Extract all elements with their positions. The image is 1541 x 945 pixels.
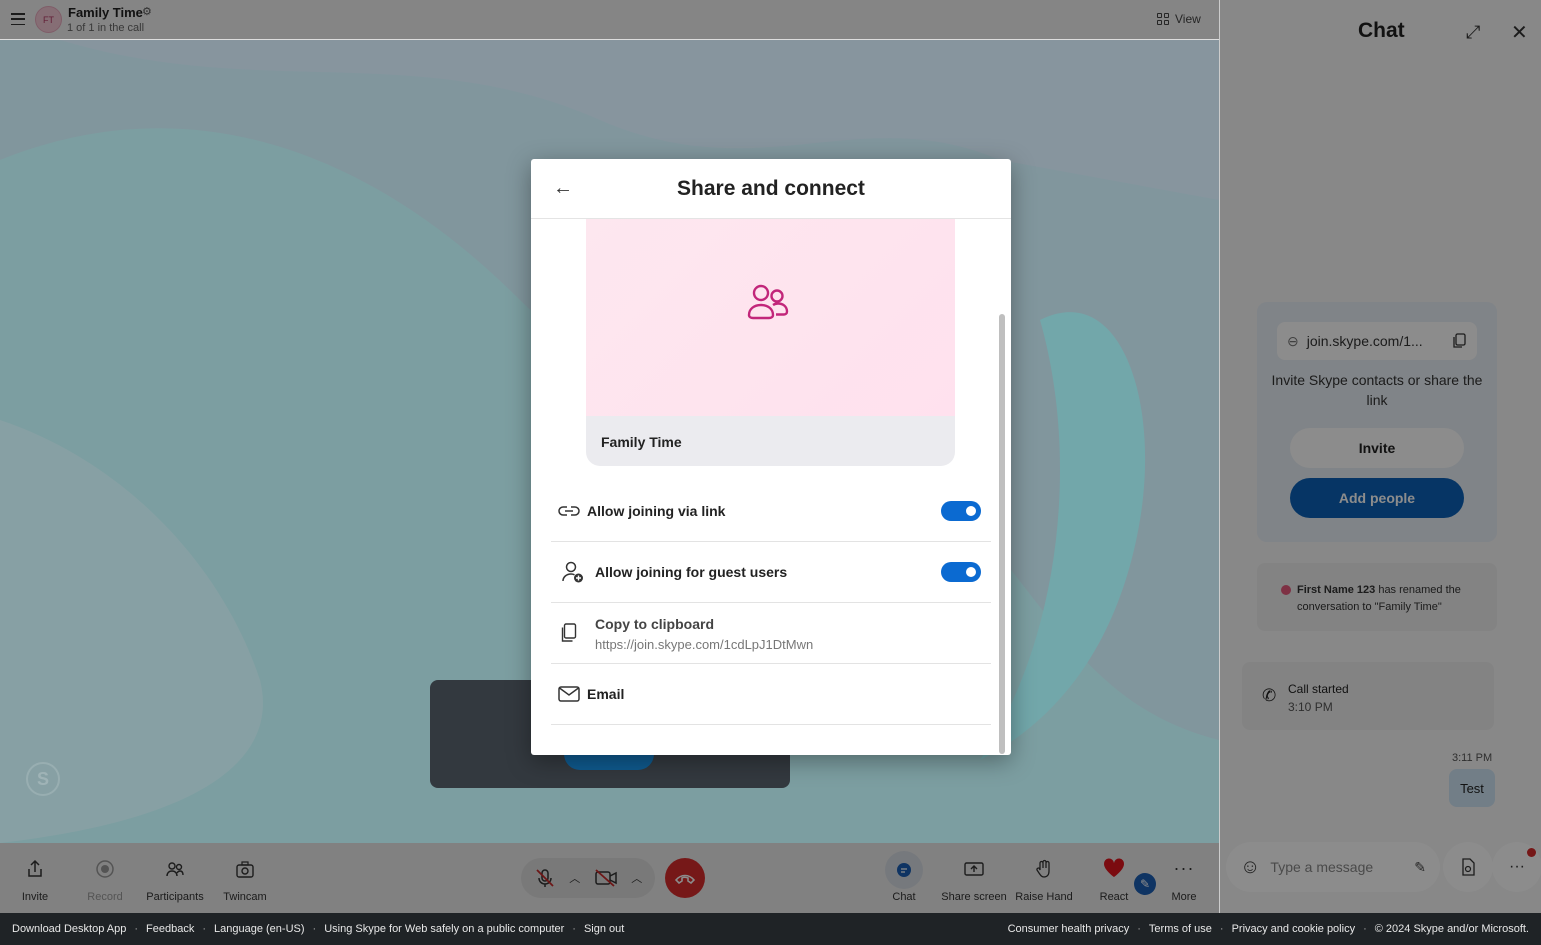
copy-text-group: Copy to clipboard https://join.skype.com…: [595, 616, 813, 652]
email-icon: [551, 686, 587, 702]
conversation-preview: Family Time: [586, 219, 955, 466]
attach-file-button[interactable]: [1443, 842, 1493, 892]
chat-title: Chat: [1358, 19, 1405, 42]
link-icon: ⊖: [1287, 332, 1299, 349]
rename-user-name: First Name 123: [1297, 584, 1376, 596]
allow-guest-toggle[interactable]: [941, 562, 981, 582]
footer-link-health-privacy[interactable]: Consumer health privacy: [1008, 923, 1130, 935]
allow-guest-row[interactable]: Allow joining for guest users: [551, 542, 991, 603]
footer-link-safety[interactable]: Using Skype for Web safely on a public c…: [324, 923, 564, 935]
footer-link-terms[interactable]: Terms of use: [1149, 923, 1212, 935]
chat-invite-button[interactable]: Invite: [1290, 428, 1464, 468]
footer-copyright: © 2024 Skype and/or Microsoft.: [1374, 923, 1529, 935]
people-icon: [747, 284, 789, 320]
notification-dot: [1527, 848, 1536, 857]
dialog-title: Share and connect: [677, 177, 865, 200]
call-started-event: ✆ Call started 3:10 PM: [1242, 662, 1494, 730]
call-toolbar: Invite Record Participants Twincam ︿ ︿ C…: [0, 843, 1219, 913]
message-composer[interactable]: ☺ Type a message ✎: [1226, 842, 1440, 892]
allow-guest-label: Allow joining for guest users: [595, 564, 788, 580]
page-footer: Download Desktop App · Feedback · Language…: [0, 913, 1541, 945]
dialog-header: ← Share and connect: [531, 159, 1011, 219]
copy-link-icon[interactable]: [1453, 333, 1467, 349]
copy-to-clipboard-label: Copy to clipboard: [595, 616, 714, 632]
more-options-icon: ···: [1509, 858, 1525, 875]
clipboard-icon: [551, 616, 587, 643]
allow-link-toggle[interactable]: [941, 501, 981, 521]
link-icon: [551, 505, 587, 517]
footer-link-language[interactable]: Language (en-US): [214, 923, 305, 935]
preview-conversation-name: Family Time: [601, 434, 682, 450]
topbar-overlay: [0, 0, 1219, 39]
call-started-label: Call started: [1288, 682, 1349, 696]
skype-watermark-icon: S: [26, 762, 60, 796]
message-timestamp: 3:11 PM: [1452, 752, 1493, 764]
emoji-icon[interactable]: ☺: [1240, 856, 1260, 879]
email-row[interactable]: Email: [551, 664, 991, 725]
add-guest-icon: [551, 560, 595, 584]
footer-link-download[interactable]: Download Desktop App: [12, 923, 126, 935]
close-icon[interactable]: ✕: [1511, 20, 1528, 45]
expand-icon[interactable]: ⤢: [1466, 22, 1480, 43]
join-link-field[interactable]: ⊖ join.skype.com/1...: [1277, 322, 1477, 360]
chat-panel: Chat ⤢ ✕ ⊖ join.skype.com/1... Invite Sk…: [1219, 0, 1541, 913]
allow-link-label: Allow joining via link: [587, 503, 726, 519]
footer-left-links: Download Desktop App · Feedback · Language…: [12, 923, 625, 935]
chat-invite-card: ⊖ join.skype.com/1... Invite Skype conta…: [1257, 302, 1497, 542]
format-pen-icon[interactable]: ✎: [1414, 859, 1426, 876]
add-people-button[interactable]: Add people: [1290, 478, 1464, 518]
footer-link-privacy[interactable]: Privacy and cookie policy: [1232, 923, 1356, 935]
toolbar-overlay: [0, 843, 1219, 913]
share-and-connect-dialog: ← Share and connect Family Time Allow jo…: [531, 159, 1011, 755]
footer-link-feedback[interactable]: Feedback: [146, 923, 194, 935]
join-link-text: join.skype.com/1...: [1306, 333, 1423, 349]
message-input-placeholder[interactable]: Type a message: [1270, 859, 1373, 875]
invite-description: Invite Skype contacts or share the link: [1271, 372, 1483, 408]
chat-message[interactable]: Test: [1449, 769, 1495, 807]
call-started-time: 3:10 PM: [1288, 700, 1333, 714]
allow-link-row[interactable]: Allow joining via link: [551, 481, 991, 542]
copy-to-clipboard-row[interactable]: Copy to clipboard https://join.skype.com…: [551, 603, 991, 664]
call-top-bar: FT Family Time ⚙ 1 of 1 in the call View: [0, 0, 1219, 40]
footer-link-sign-out[interactable]: Sign out: [584, 923, 624, 935]
footer-right-links: Consumer health privacy · Terms of use · P…: [1007, 923, 1529, 935]
phone-icon: ✆: [1262, 686, 1277, 705]
join-url: https://join.skype.com/1cdLpJ1DtMwn: [595, 637, 814, 652]
rename-event: First Name 123 has renamed the conversat…: [1257, 563, 1497, 631]
dialog-scrollbar[interactable]: [999, 314, 1005, 754]
email-label: Email: [587, 686, 625, 702]
attach-file-icon: [1462, 858, 1475, 876]
user-avatar: [1281, 585, 1291, 595]
